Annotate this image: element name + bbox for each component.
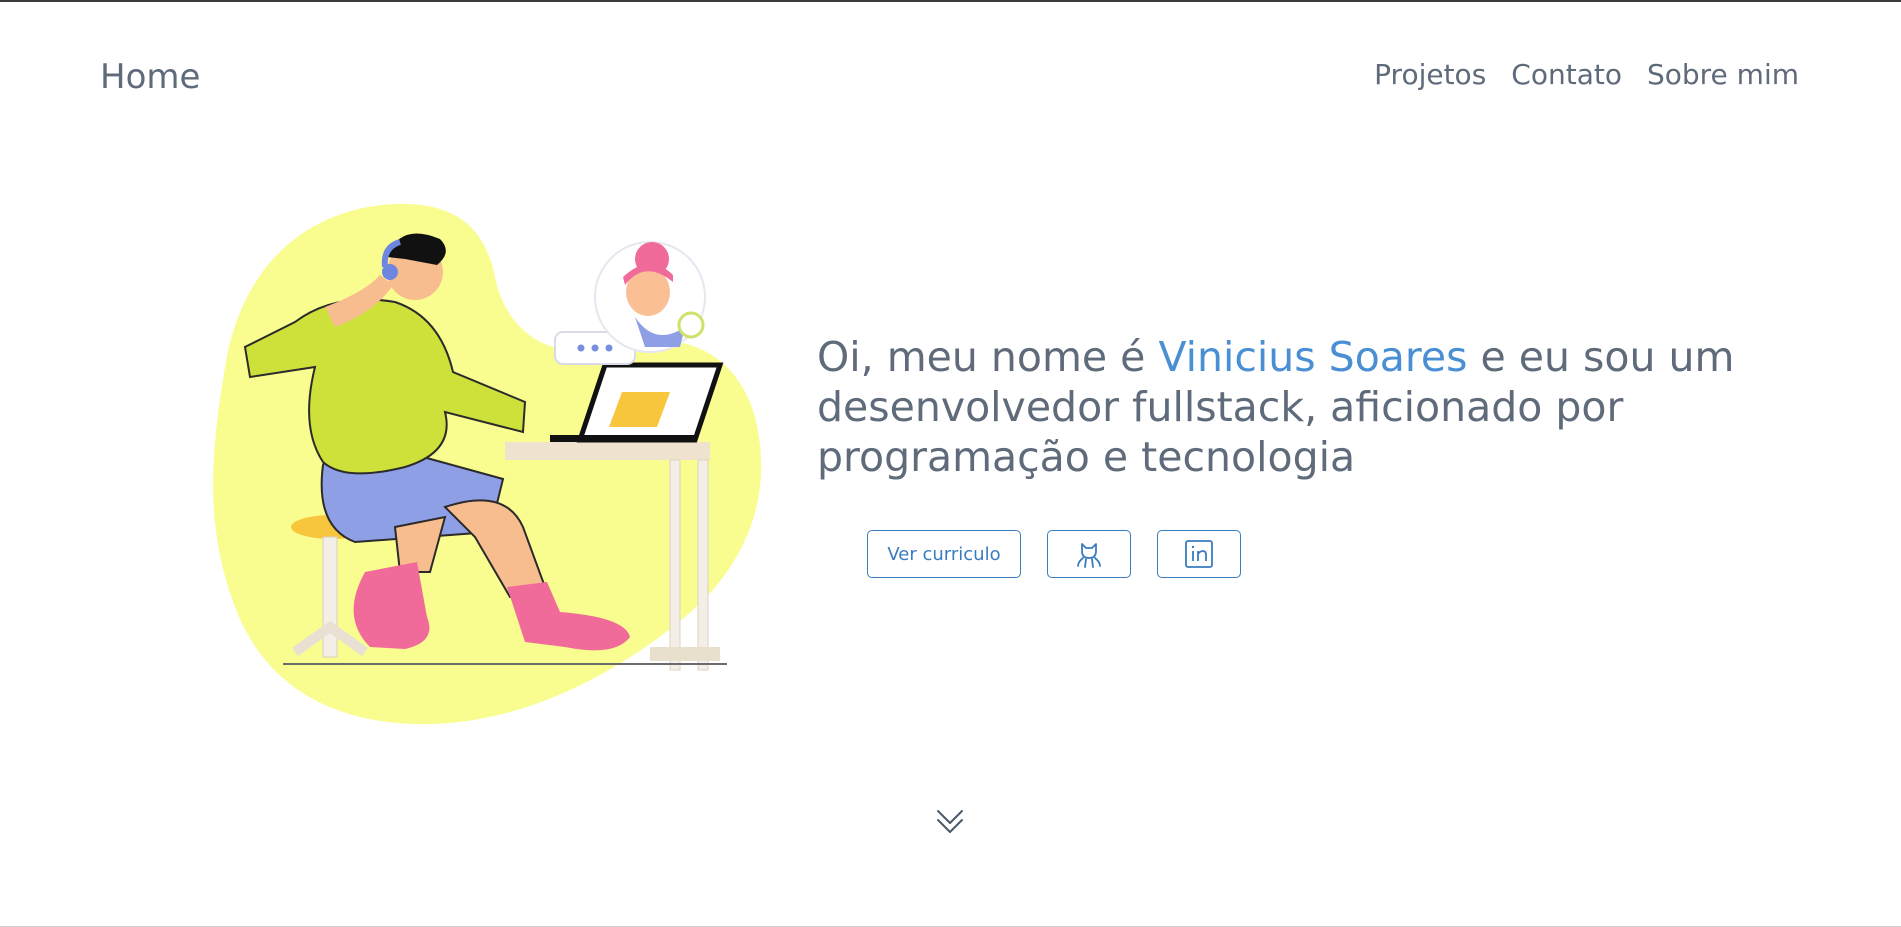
github-icon [1077, 543, 1101, 568]
chevrons-down-icon[interactable] [934, 805, 966, 837]
nav-links: Projetos Contato Sobre mim [1374, 58, 1799, 91]
hero-name: Vinicius Soares [1158, 333, 1468, 381]
nav-link-projetos[interactable]: Projetos [1374, 58, 1486, 91]
desk-leg [669, 459, 681, 671]
nav-link-sobre-mim[interactable]: Sobre mim [1647, 58, 1799, 91]
desk-foot [650, 647, 720, 661]
linkedin-icon [1185, 540, 1213, 568]
page: Home Projetos Contato Sobre mim Oi, meu … [0, 0, 1901, 927]
linkedin-button[interactable] [1157, 530, 1241, 578]
hero-actions: Ver curriculo [867, 530, 1241, 578]
view-cv-button[interactable]: Ver curriculo [867, 530, 1021, 578]
laptop-base [550, 435, 695, 442]
hero-illustration [213, 203, 762, 725]
hero-intro: Oi, meu nome é [817, 333, 1146, 381]
nav-link-contato[interactable]: Contato [1511, 58, 1622, 91]
desk-leg-right [697, 459, 709, 671]
desk-top [505, 442, 710, 460]
hero-headline: Oi, meu nome é Vinicius Soares e eu sou … [817, 332, 1757, 482]
github-button[interactable] [1047, 530, 1131, 578]
nav-home-link[interactable]: Home [100, 57, 200, 97]
sock-left [353, 562, 430, 649]
